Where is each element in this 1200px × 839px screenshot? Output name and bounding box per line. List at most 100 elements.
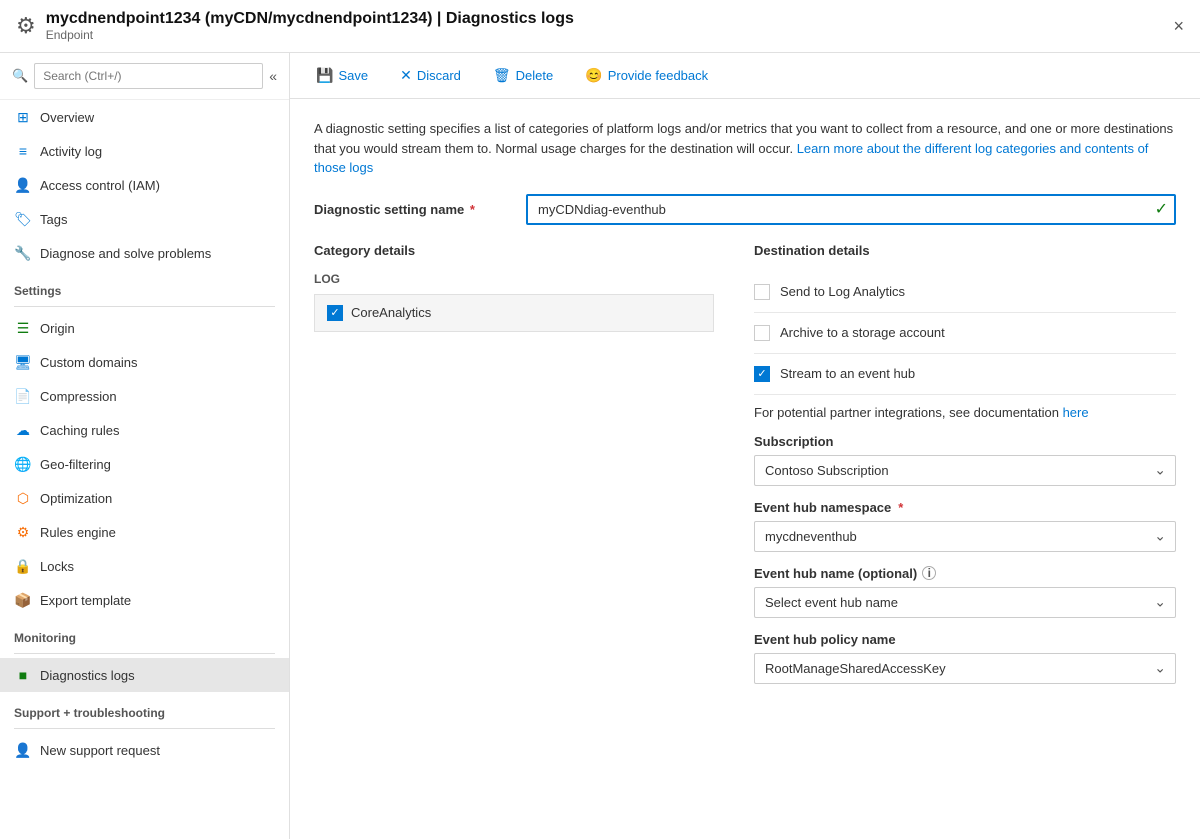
partner-info: For potential partner integrations, see … — [754, 395, 1176, 434]
page-title: mycdnendpoint1234 (myCDN/mycdnendpoint12… — [46, 10, 1174, 28]
sidebar-item-compression[interactable]: 📄 Compression — [0, 379, 289, 413]
title-text-group: mycdnendpoint1234 (myCDN/mycdnendpoint12… — [46, 10, 1174, 42]
monitoring-section-header: Monitoring — [0, 617, 289, 649]
destination-section: Destination details Send to Log Analytic… — [754, 243, 1176, 698]
diagnostics-logs-icon: ■ — [14, 666, 32, 684]
sidebar-label-compression: Compression — [40, 389, 117, 404]
diagnostic-name-label: Diagnostic setting name * — [314, 202, 514, 217]
origin-icon: ☰ — [14, 319, 32, 337]
content-area: A diagnostic setting specifies a list of… — [290, 99, 1200, 839]
sidebar-label-geo-filtering: Geo-filtering — [40, 457, 111, 472]
sidebar-item-locks[interactable]: 🔒 Locks — [0, 549, 289, 583]
support-divider — [14, 728, 275, 729]
diagnostic-name-input[interactable] — [526, 194, 1176, 225]
monitoring-divider — [14, 653, 275, 654]
sidebar-item-export-template[interactable]: 📦 Export template — [0, 583, 289, 617]
sidebar-label-export-template: Export template — [40, 593, 131, 608]
event-hub-name-group: Event hub name (optional) i Select event… — [754, 566, 1176, 618]
page-subtitle: Endpoint — [46, 28, 1174, 42]
category-section-title: Category details — [314, 243, 714, 258]
diagnose-icon: 🔧 — [14, 244, 32, 262]
sidebar-item-optimization[interactable]: ⬡ Optimization — [0, 481, 289, 515]
sidebar: 🔍 « ⊞ Overview ≡ Activity log 👤 Access c… — [0, 53, 290, 839]
storage-account-label: Archive to a storage account — [780, 325, 945, 340]
gear-icon: ⚙ — [16, 13, 36, 39]
settings-divider — [14, 306, 275, 307]
search-box: 🔍 « — [0, 53, 289, 100]
sidebar-item-diagnostics-logs[interactable]: ■ Diagnostics logs — [0, 658, 289, 692]
subscription-dropdown[interactable]: Contoso Subscription — [754, 455, 1176, 486]
event-hub-name-dropdown[interactable]: Select event hub name — [754, 587, 1176, 618]
sidebar-label-caching-rules: Caching rules — [40, 423, 120, 438]
access-control-icon: 👤 — [14, 176, 32, 194]
subscription-group: Subscription Contoso Subscription — [754, 434, 1176, 486]
right-panel: 💾 Save ✕ Discard 🗑 Delete 😊 Provide feed… — [290, 53, 1200, 839]
save-button[interactable]: 💾 Save — [310, 63, 374, 88]
search-icon: 🔍 — [12, 68, 28, 84]
event-hub-namespace-group: Event hub namespace * mycdneventhub — [754, 500, 1176, 552]
title-bar: ⚙ mycdnendpoint1234 (myCDN/mycdnendpoint… — [0, 0, 1200, 53]
event-hub-name-dropdown-wrapper: Select event hub name — [754, 587, 1176, 618]
sidebar-item-origin[interactable]: ☰ Origin — [0, 311, 289, 345]
delete-icon: 🗑 — [493, 67, 511, 84]
sidebar-item-diagnose[interactable]: 🔧 Diagnose and solve problems — [0, 236, 289, 270]
search-input[interactable] — [34, 63, 263, 89]
sidebar-label-access-control: Access control (IAM) — [40, 178, 160, 193]
sidebar-label-rules-engine: Rules engine — [40, 525, 116, 540]
storage-account-checkbox[interactable] — [754, 325, 770, 341]
event-hub-policy-label: Event hub policy name — [754, 632, 1176, 647]
app-container: ⚙ mycdnendpoint1234 (myCDN/mycdnendpoint… — [0, 0, 1200, 839]
delete-button[interactable]: 🗑 Delete — [487, 63, 559, 88]
two-col-layout: Category details log ✓ CoreAnalytics Des… — [314, 243, 1176, 698]
sidebar-label-activity-log: Activity log — [40, 144, 102, 159]
close-button[interactable]: × — [1173, 16, 1184, 37]
dest-log-analytics: Send to Log Analytics — [754, 272, 1176, 313]
sidebar-label-new-support: New support request — [40, 743, 160, 758]
event-hub-namespace-dropdown-wrapper: mycdneventhub — [754, 521, 1176, 552]
sidebar-label-optimization: Optimization — [40, 491, 112, 506]
sidebar-item-access-control[interactable]: 👤 Access control (IAM) — [0, 168, 289, 202]
event-hub-policy-dropdown-wrapper: RootManageSharedAccessKey — [754, 653, 1176, 684]
sidebar-item-custom-domains[interactable]: 🖥 Custom domains — [0, 345, 289, 379]
destination-section-title: Destination details — [754, 243, 1176, 258]
sidebar-item-geo-filtering[interactable]: 🌐 Geo-filtering — [0, 447, 289, 481]
feedback-icon: 😊 — [585, 67, 602, 84]
dest-storage-account: Archive to a storage account — [754, 313, 1176, 354]
subscription-dropdown-wrapper: Contoso Subscription — [754, 455, 1176, 486]
sidebar-item-tags[interactable]: 🏷 Tags — [0, 202, 289, 236]
core-analytics-checkbox[interactable]: ✓ — [327, 305, 343, 321]
event-hub-namespace-dropdown[interactable]: mycdneventhub — [754, 521, 1176, 552]
main-content: 🔍 « ⊞ Overview ≡ Activity log 👤 Access c… — [0, 53, 1200, 839]
caching-rules-icon: ☁ — [14, 421, 32, 439]
export-template-icon: 📦 — [14, 591, 32, 609]
sidebar-label-overview: Overview — [40, 110, 94, 125]
category-section: Category details log ✓ CoreAnalytics — [314, 243, 714, 698]
sidebar-item-overview[interactable]: ⊞ Overview — [0, 100, 289, 134]
log-analytics-label: Send to Log Analytics — [780, 284, 905, 299]
subscription-label: Subscription — [754, 434, 1176, 449]
sidebar-label-custom-domains: Custom domains — [40, 355, 138, 370]
activity-log-icon: ≡ — [14, 142, 32, 160]
sidebar-item-new-support[interactable]: 👤 New support request — [0, 733, 289, 767]
sidebar-label-diagnose: Diagnose and solve problems — [40, 246, 211, 261]
discard-button[interactable]: ✕ Discard — [394, 63, 467, 88]
settings-section-header: Settings — [0, 270, 289, 302]
discard-icon: ✕ — [400, 67, 412, 84]
sidebar-label-tags: Tags — [40, 212, 67, 227]
collapse-icon[interactable]: « — [269, 68, 277, 84]
partner-link[interactable]: here — [1063, 405, 1089, 420]
sidebar-item-rules-engine[interactable]: ⚙ Rules engine — [0, 515, 289, 549]
diagnostic-name-row: Diagnostic setting name * ✓ — [314, 194, 1176, 225]
log-label: log — [314, 272, 714, 286]
sidebar-item-caching-rules[interactable]: ☁ Caching rules — [0, 413, 289, 447]
feedback-button[interactable]: 😊 Provide feedback — [579, 63, 714, 88]
log-analytics-checkbox[interactable] — [754, 284, 770, 300]
event-hub-namespace-label: Event hub namespace * — [754, 500, 1176, 515]
sidebar-item-activity-log[interactable]: ≡ Activity log — [0, 134, 289, 168]
custom-domains-icon: 🖥 — [14, 353, 32, 371]
event-hub-checkbox[interactable]: ✓ — [754, 366, 770, 382]
diagnostic-name-input-wrapper: ✓ — [526, 194, 1176, 225]
description-text: A diagnostic setting specifies a list of… — [314, 119, 1176, 178]
tags-icon: 🏷 — [14, 210, 32, 228]
event-hub-policy-dropdown[interactable]: RootManageSharedAccessKey — [754, 653, 1176, 684]
